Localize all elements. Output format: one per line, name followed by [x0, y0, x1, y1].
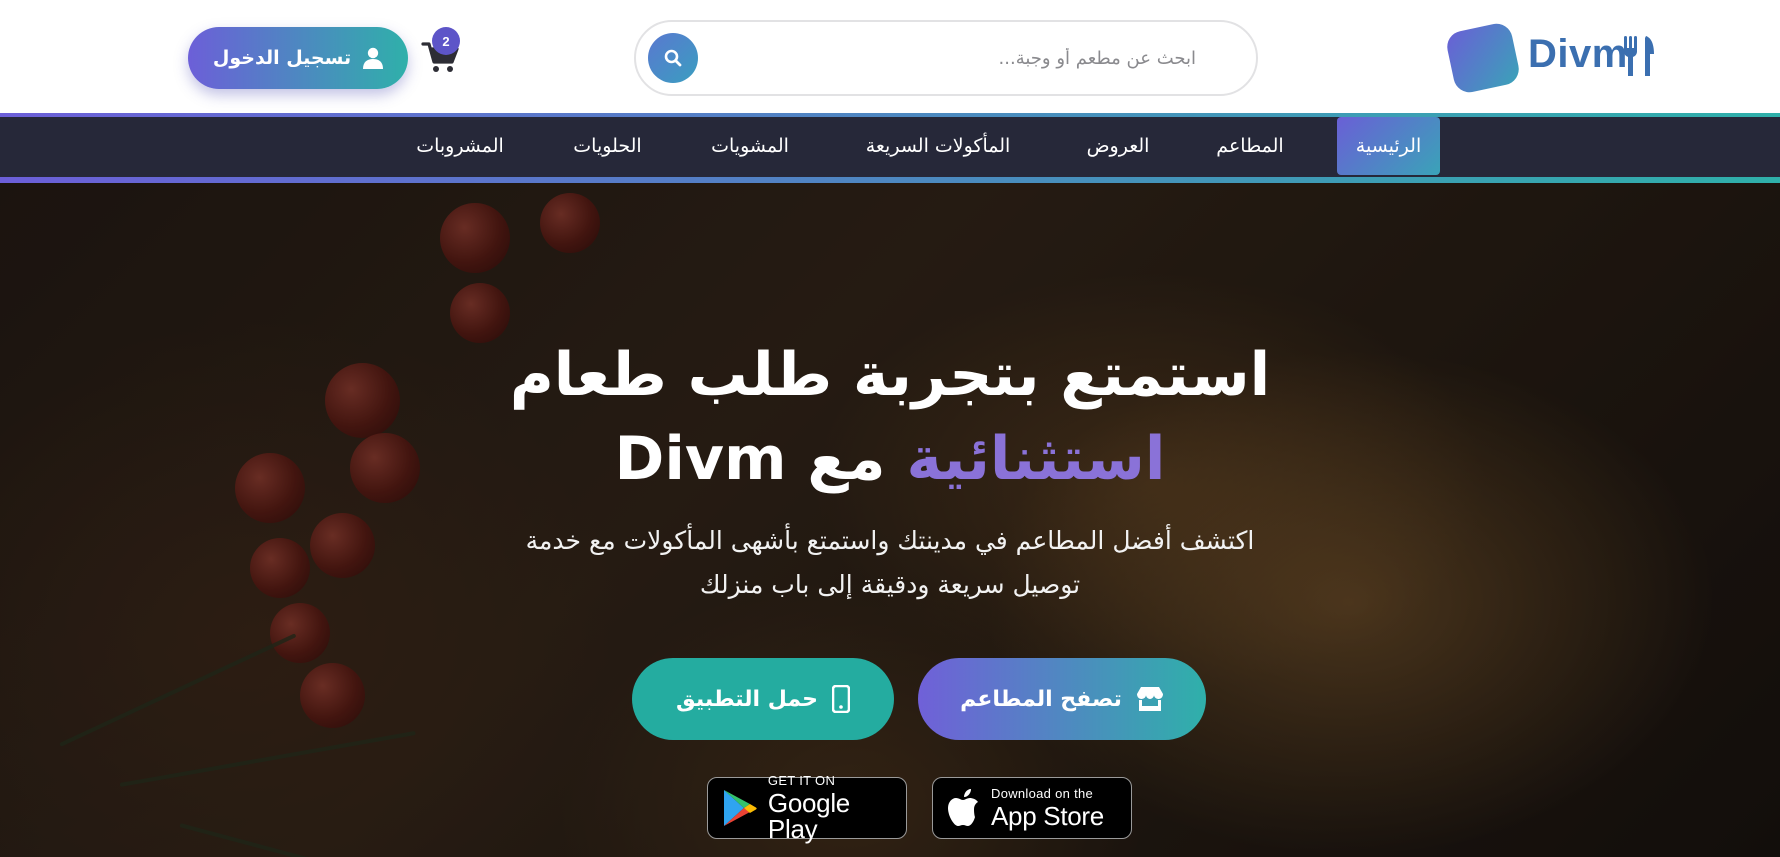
site-header: Divm 2 تسجيل	[0, 0, 1780, 117]
hero-title-line1: استمتع بتجربة طلب طعام	[509, 340, 1271, 410]
hero-title: استمتع بتجربة طلب طعام استثنائية مع Divm	[0, 333, 1780, 501]
nav-label: العروض	[1086, 135, 1150, 157]
nav-item-offers[interactable]: العروض	[1078, 117, 1158, 175]
nav-item-fast-food[interactable]: المأكولات السريعة	[853, 117, 1023, 175]
nav-label: المشروبات	[416, 135, 504, 157]
google-play-text: GET IT ON Google Play	[768, 774, 906, 842]
hero-title-accent: استثنائية	[906, 424, 1166, 494]
hero-subtitle: اكتشف أفضل المطاعم في مدينتك واستمتع بأش…	[490, 519, 1290, 607]
google-play-icon	[723, 790, 757, 826]
nav-label: المطاعم	[1216, 135, 1284, 157]
logo-mark	[1444, 20, 1522, 96]
nav-label: الحلويات	[573, 135, 642, 157]
cart-count-badge: 2	[432, 27, 460, 55]
search-input[interactable]	[716, 36, 1236, 80]
search-icon	[664, 49, 682, 67]
site-logo[interactable]: Divm	[1444, 20, 1655, 96]
nav-item-drinks[interactable]: المشروبات	[410, 117, 510, 175]
app-store-badge[interactable]: Download on the App Store	[932, 777, 1132, 839]
search-button[interactable]	[648, 33, 698, 83]
store-icon	[1136, 687, 1163, 711]
hero-subtitle-line1: اكتشف أفضل المطاعم في مدينتك واستمتع بأش…	[525, 526, 1255, 555]
nav-item-home[interactable]: الرئيسية	[1337, 117, 1440, 175]
login-label: تسجيل الدخول	[212, 47, 352, 69]
nav-item-desserts[interactable]: الحلويات	[565, 117, 650, 175]
logo-text: Divm	[1528, 32, 1628, 76]
nav-item-restaurants[interactable]: المطاعم	[1210, 117, 1290, 175]
search-box	[634, 20, 1258, 96]
user-icon	[363, 47, 384, 69]
utensils-icon	[1624, 36, 1654, 76]
browse-restaurants-button[interactable]: تصفح المطاعم	[918, 658, 1206, 740]
hero-section: استمتع بتجربة طلب طعام استثنائية مع Divm…	[0, 183, 1780, 857]
nav-label: الرئيسية	[1355, 135, 1422, 157]
main-nav: الرئيسية المطاعم العروض المأكولات السريع…	[0, 117, 1780, 177]
nav-label: المأكولات السريعة	[865, 135, 1011, 157]
download-app-button[interactable]: حمل التطبيق	[632, 658, 894, 740]
app-store-text: Download on the App Store	[991, 787, 1104, 829]
app-store-big: App Store	[991, 801, 1104, 831]
apple-icon	[948, 789, 978, 826]
download-app-label: حمل التطبيق	[676, 686, 818, 712]
hero-subtitle-line2: توصيل سريعة ودقيقة إلى باب منزلك	[699, 570, 1081, 599]
app-store-small: Download on the	[991, 786, 1094, 801]
browse-restaurants-label: تصفح المطاعم	[960, 686, 1122, 712]
hero-title-line2: مع Divm	[614, 424, 886, 494]
google-play-big: Google Play	[767, 788, 850, 844]
login-button[interactable]: تسجيل الدخول	[188, 27, 408, 89]
nav-item-grills[interactable]: المشويات	[705, 117, 795, 175]
mobile-icon	[831, 685, 850, 713]
nav-label: المشويات	[711, 135, 789, 157]
google-play-small: GET IT ON	[767, 773, 836, 788]
google-play-badge[interactable]: GET IT ON Google Play	[707, 774, 907, 842]
